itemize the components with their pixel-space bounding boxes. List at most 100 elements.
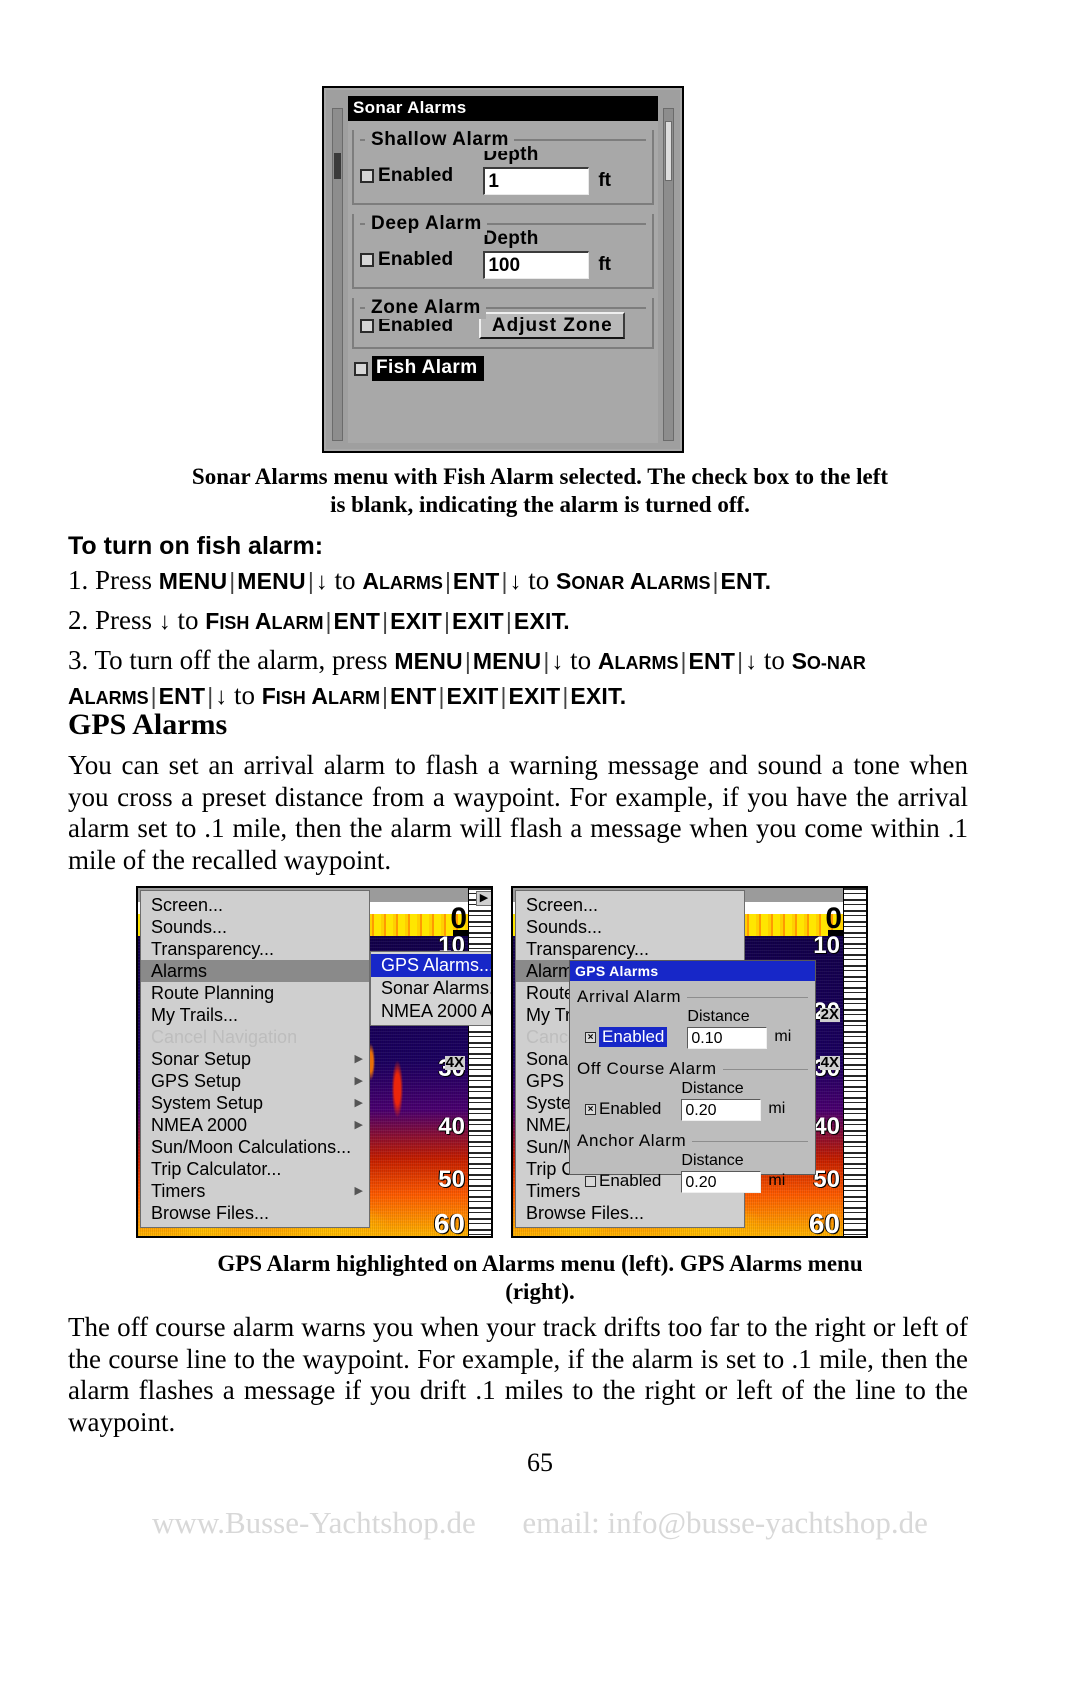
menu-item-screen[interactable]: Screen... [516,894,744,916]
depth-tick-40: 40 [438,1113,465,1140]
key-ent-1: ENT [688,648,736,674]
group-off-course-alarm: Off Course Alarm Enabled Distance 0.20 m… [577,1059,808,1125]
dialog-inner-frame: Sonar Alarms Shallow Alarm Enabled Depth… [326,90,680,449]
menu-item-sounds[interactable]: Sounds... [516,916,744,938]
step-to-2: to [763,645,785,675]
anchor-enabled-checkbox[interactable]: Enabled [585,1171,661,1193]
group-label: Deep Alarm [368,213,487,235]
checkbox-label: Enabled [599,1171,662,1190]
key-ent-1: ENT [452,568,500,594]
step-to-1: to [177,605,199,635]
deep-enabled-checkbox[interactable]: Enabled [360,249,453,279]
step-number: 1. [68,565,89,595]
key-ent-3: ENT [389,682,437,709]
off-course-distance-input[interactable]: 0.20 [681,1099,762,1121]
checkbox-box[interactable] [360,169,374,183]
key-menu-1: MENU [158,568,228,594]
step-to-3: to [233,679,255,710]
step-verb: Press [95,565,153,595]
step-to-1: to [570,645,592,675]
submenu-item-nmea-2000-alarms[interactable]: NMEA 2000 Alarms... [371,1000,491,1023]
section-heading-gps-alarms: GPS Alarms [68,708,228,741]
fish-alarm-label: Fish Alarm [372,356,484,381]
adjust-zone-button[interactable]: Adjust Zone [479,312,626,339]
arrival-enabled-checkbox[interactable]: Enabled [585,1027,668,1049]
menu-item-my-trails[interactable]: My Trails... [141,1004,369,1026]
menu-item-gps-setup[interactable]: GPS Setup [141,1070,369,1092]
group-label: Shallow Alarm [368,129,515,151]
closing-paragraph: The off course alarm warns you when your… [68,1312,968,1437]
lcd-screenshot-right: 3 0 10 20 30 40 50 60 2X 4X Screen... So… [511,886,868,1238]
unit-label: mi [768,1100,786,1117]
figure-1-caption: Sonar Alarms menu with Fish Alarm select… [66,463,1014,518]
checkbox-label: Enabled [599,1027,668,1047]
procedure-step-1: 1. Press MENU|MENU|↓ to ALARMS|ENT|↓ to … [68,565,772,595]
zoom-tag-4x: 4X [819,1054,840,1071]
checkbox-box[interactable] [360,253,374,267]
checkbox-box[interactable] [585,1031,596,1043]
menu-item-transparency[interactable]: Transparency... [141,938,369,960]
group-top-rule: Shallow Alarm [360,129,646,151]
menu-item-route-planning[interactable]: Route Planning [141,982,369,1004]
group-row: Enabled Distance 0.20 mi [577,1079,808,1125]
figure-2-caption: GPS Alarm highlighted on Alarms menu (le… [66,1250,1014,1305]
key-ent: ENT [333,608,381,634]
shallow-enabled-checkbox[interactable]: Enabled [360,165,453,195]
submenu-item-gps-alarms[interactable]: GPS Alarms... [371,954,491,977]
group-zone-alarm: Zone Alarm Enabled Adjust Zone [352,297,654,349]
right-scrollbar-thumb[interactable] [665,121,672,181]
menu-item-screen[interactable]: Screen... [141,894,369,916]
left-scrollbar-thumb[interactable] [334,153,341,179]
caption-line-2: is blank, indicating the alarm is turned… [330,491,750,517]
fish-alarm-checkbox[interactable] [354,361,368,376]
step-number: 3. [68,645,89,675]
sonar-alarms-dialog: Sonar Alarms Shallow Alarm Enabled Depth… [322,86,684,453]
group-label: Zone Alarm [368,297,486,319]
key-menu-1: MENU [394,648,463,674]
menu-item-sonar-setup[interactable]: Sonar Setup [141,1048,369,1070]
zoom-indicators-right: 2X 4X [819,1006,840,1104]
menu-item-alarms[interactable]: Alarms [141,960,369,982]
down-arrow-icon: ↓ [745,648,758,675]
off-course-enabled-checkbox[interactable]: Enabled [585,1099,661,1121]
step-number: 2. [68,605,89,635]
caption-line-1: Sonar Alarms menu with Fish Alarm select… [191,464,889,489]
submenu-item-sonar-alarms[interactable]: Sonar Alarms... [371,977,491,1000]
dialog-title: Sonar Alarms [348,96,658,121]
key-alarms: ALARMS [597,648,679,674]
procedure-step-2: 2. Press ↓ to FISH ALARM|ENT|EXIT|EXIT|E… [68,605,570,635]
gps-alarms-figure: 4 0 10 20 30 40 50 60 2X 4X ▶ Screen... [136,886,946,1238]
key-fish-alarm: FISH ALARM [261,682,380,709]
shallow-depth-input[interactable]: 1 [483,167,590,195]
menu-item-sounds[interactable]: Sounds... [141,916,369,938]
deep-depth-input[interactable]: 100 [483,251,590,279]
menu-item-browse-files[interactable]: Browse Files... [141,1202,369,1224]
checkbox-box[interactable] [585,1175,596,1187]
arrival-distance-input[interactable]: 0.10 [687,1027,768,1049]
fish-alarm-row[interactable]: Fish Alarm [354,356,654,381]
right-scrollbar[interactable] [663,108,674,441]
menu-item-nmea-2000[interactable]: NMEA 2000 [141,1114,369,1136]
key-alarms: ALARMS [362,568,443,594]
key-menu-2: MENU [472,648,542,674]
menu-item-transparency[interactable]: Transparency... [516,938,744,960]
menu-item-system-setup[interactable]: System Setup [141,1092,369,1114]
checkbox-label: Enabled [599,1099,662,1118]
depth-tick-40: 40 [813,1113,840,1140]
menu-item-timers[interactable]: Timers [141,1180,369,1202]
anchor-distance-input[interactable]: 0.20 [681,1171,762,1193]
down-arrow-icon: ↓ [158,608,171,635]
menu-item-sun-moon-calculations[interactable]: Sun/Moon Calculations... [141,1136,369,1158]
unit-label: mi [774,1028,792,1045]
group-row: Enabled Distance 0.10 mi [577,1007,808,1053]
page-number: 65 [527,1448,553,1477]
zoom-tag-2x: 2X [819,1006,840,1023]
section-paragraph: You can set an arrival alarm to flash a … [68,750,968,875]
left-scrollbar[interactable] [332,108,343,441]
arrival-distance-field-group: Distance 0.10 mi [687,1008,791,1049]
checkbox-box[interactable] [360,318,374,333]
menu-item-browse-files[interactable]: Browse Files... [516,1202,744,1224]
menu-item-trip-calculator[interactable]: Trip Calculator... [141,1158,369,1180]
checkbox-box[interactable] [585,1103,596,1115]
sonar-flasher-rail-right [843,888,866,1236]
